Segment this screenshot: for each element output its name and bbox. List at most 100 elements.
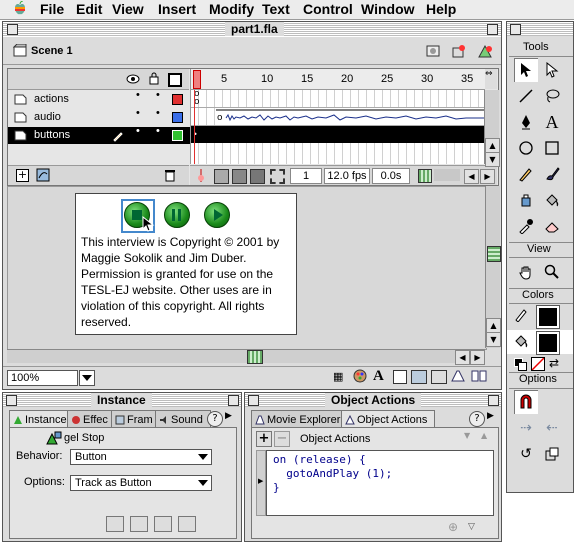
stage-vscroll-thumb[interactable] bbox=[487, 246, 501, 262]
expand-params-icon[interactable]: ▽ bbox=[468, 522, 482, 536]
eraser-tool-icon[interactable] bbox=[540, 214, 564, 238]
frames-row-actions[interactable]: oo bbox=[191, 90, 485, 108]
scale-icon[interactable] bbox=[540, 442, 564, 466]
pencil-tool-icon[interactable] bbox=[514, 162, 538, 186]
onion-outline-icon[interactable] bbox=[232, 169, 247, 184]
outline-toggle-icon[interactable] bbox=[168, 73, 182, 87]
show-hide-eye-icon[interactable] bbox=[126, 74, 140, 84]
scroll-up-arrow[interactable]: ▲ bbox=[486, 318, 501, 333]
snap-magnet-icon[interactable] bbox=[514, 390, 538, 414]
fill-color-swatch[interactable] bbox=[537, 332, 559, 354]
layer-row-audio[interactable]: audio • • bbox=[14, 107, 190, 126]
actions-script-editor[interactable]: on (release) { gotoAndPlay (1); } bbox=[266, 450, 494, 516]
close-box[interactable] bbox=[510, 24, 521, 35]
center-frame-icon[interactable] bbox=[196, 169, 206, 182]
scroll-down-arrow[interactable]: ▼ bbox=[485, 152, 500, 167]
stage-vscroll[interactable]: ▲ ▼ bbox=[485, 186, 501, 348]
brush-tool-icon[interactable] bbox=[540, 162, 564, 186]
scroll-down-arrow[interactable]: ▼ bbox=[486, 332, 501, 347]
menu-view[interactable]: View bbox=[112, 1, 144, 17]
edit-actions-icon[interactable] bbox=[130, 516, 148, 532]
frames-grid[interactable]: oo o • bbox=[190, 90, 485, 164]
lasso-tool-icon[interactable] bbox=[540, 84, 564, 108]
symbol-library-icon[interactable] bbox=[475, 41, 495, 61]
layer-row-buttons[interactable]: buttons • • bbox=[8, 125, 191, 144]
frame-view-menu-icon[interactable]: ⇔ bbox=[485, 69, 497, 89]
menu-help[interactable]: Help bbox=[426, 1, 456, 17]
timeline-vscroll[interactable]: ▲ ▼ bbox=[484, 90, 500, 167]
character-panel-icon[interactable]: A bbox=[373, 368, 384, 385]
library-icon[interactable] bbox=[471, 370, 487, 382]
trash-icon[interactable] bbox=[164, 168, 176, 182]
layer-row-actions[interactable]: actions • • bbox=[14, 89, 190, 108]
move-down-icon[interactable]: ▼ bbox=[464, 431, 478, 445]
add-layer-icon[interactable]: + bbox=[16, 169, 29, 182]
scroll-right-arrow[interactable]: ▶ bbox=[470, 350, 485, 365]
behavior-select[interactable]: Button bbox=[70, 449, 212, 465]
frames-row-audio[interactable]: o bbox=[191, 108, 485, 126]
help-icon[interactable]: ? bbox=[469, 411, 485, 427]
tab-object-actions[interactable]: Object Actions bbox=[341, 410, 435, 428]
dropper-tool-icon[interactable] bbox=[514, 214, 538, 238]
lock-dot[interactable]: • bbox=[156, 125, 160, 137]
add-action-icon[interactable]: + bbox=[256, 431, 272, 447]
menu-control[interactable]: Control bbox=[303, 1, 353, 17]
frame-ruler[interactable]: 5 10 15 20 25 30 35 bbox=[190, 69, 485, 90]
options-select[interactable]: Track as Button bbox=[70, 475, 212, 491]
stage-workspace[interactable]: This interview is Copyright © 2001 by Ma… bbox=[7, 186, 487, 350]
collapse-box[interactable] bbox=[228, 395, 239, 406]
stage[interactable]: This interview is Copyright © 2001 by Ma… bbox=[75, 193, 297, 335]
playhead[interactable] bbox=[193, 70, 201, 89]
move-up-icon[interactable]: ▲ bbox=[481, 431, 495, 445]
collapse-box[interactable] bbox=[488, 395, 499, 406]
apple-menu-icon[interactable] bbox=[12, 1, 28, 17]
menu-edit[interactable]: Edit bbox=[76, 1, 102, 17]
onion-skin-icon[interactable] bbox=[214, 169, 229, 184]
close-box[interactable] bbox=[6, 395, 17, 406]
swap-symbol-icon[interactable] bbox=[106, 516, 124, 532]
zoom-dropdown-button[interactable] bbox=[79, 370, 95, 386]
edit-symbols-icon[interactable] bbox=[449, 41, 469, 61]
tab-movie-explorer[interactable]: Movie Explorer bbox=[251, 410, 347, 428]
movie-explorer-icon[interactable] bbox=[451, 370, 465, 382]
scroll-left-arrow[interactable]: ◀ bbox=[464, 169, 479, 184]
edit-multiple-frames-icon[interactable] bbox=[250, 169, 265, 184]
zoom-box[interactable] bbox=[487, 24, 498, 35]
zoom-tool-icon[interactable] bbox=[540, 260, 564, 284]
pen-tool-icon[interactable] bbox=[514, 110, 538, 134]
scroll-up-arrow[interactable]: ▲ bbox=[485, 138, 500, 153]
layer-color-swatch[interactable] bbox=[172, 112, 183, 123]
lock-dot[interactable]: • bbox=[156, 89, 160, 101]
onion-markers-icon[interactable] bbox=[270, 169, 285, 184]
text-tool-icon[interactable]: A bbox=[540, 110, 564, 134]
sound-panel-icon[interactable] bbox=[431, 370, 447, 384]
no-color-icon[interactable] bbox=[531, 357, 545, 371]
edit-scene-icon[interactable] bbox=[423, 41, 443, 61]
lock-icon[interactable] bbox=[149, 72, 159, 85]
ink-bottle-tool-icon[interactable] bbox=[514, 188, 538, 212]
info-panel-icon[interactable]: ▦ bbox=[333, 370, 347, 384]
scroll-right-arrow[interactable]: ▶ bbox=[480, 169, 495, 184]
lock-dot[interactable]: • bbox=[156, 107, 160, 119]
fill-panel-icon[interactable] bbox=[353, 369, 367, 383]
oval-tool-icon[interactable] bbox=[514, 136, 538, 160]
timeline-hscroll-track[interactable] bbox=[434, 169, 460, 181]
crosshair-target-icon[interactable]: ⊕ bbox=[448, 520, 462, 534]
close-box[interactable] bbox=[7, 24, 18, 35]
pause-button-icon[interactable] bbox=[164, 202, 190, 228]
stage-hscroll-thumb[interactable] bbox=[247, 350, 263, 364]
panel-menu-arrow-icon[interactable]: ▶ bbox=[487, 411, 499, 425]
smooth-icon[interactable]: ⇢ bbox=[514, 416, 538, 440]
frames-row-buttons[interactable]: • bbox=[191, 126, 485, 143]
timeline-scroll-thumb[interactable] bbox=[418, 169, 432, 183]
rectangle-tool-icon[interactable] bbox=[540, 136, 564, 160]
tab-sound[interactable]: Sound bbox=[155, 410, 211, 428]
help-icon[interactable]: ? bbox=[207, 411, 223, 427]
zoom-field[interactable]: 100% bbox=[7, 370, 78, 386]
swap-colors-icon[interactable]: ⇄ bbox=[549, 356, 563, 370]
tab-frame[interactable]: Fram bbox=[111, 410, 161, 428]
stroke-color-swatch[interactable] bbox=[537, 306, 559, 328]
visibility-dot[interactable]: • bbox=[136, 89, 140, 101]
visibility-dot[interactable]: • bbox=[136, 125, 140, 137]
add-guide-layer-icon[interactable] bbox=[36, 168, 50, 182]
